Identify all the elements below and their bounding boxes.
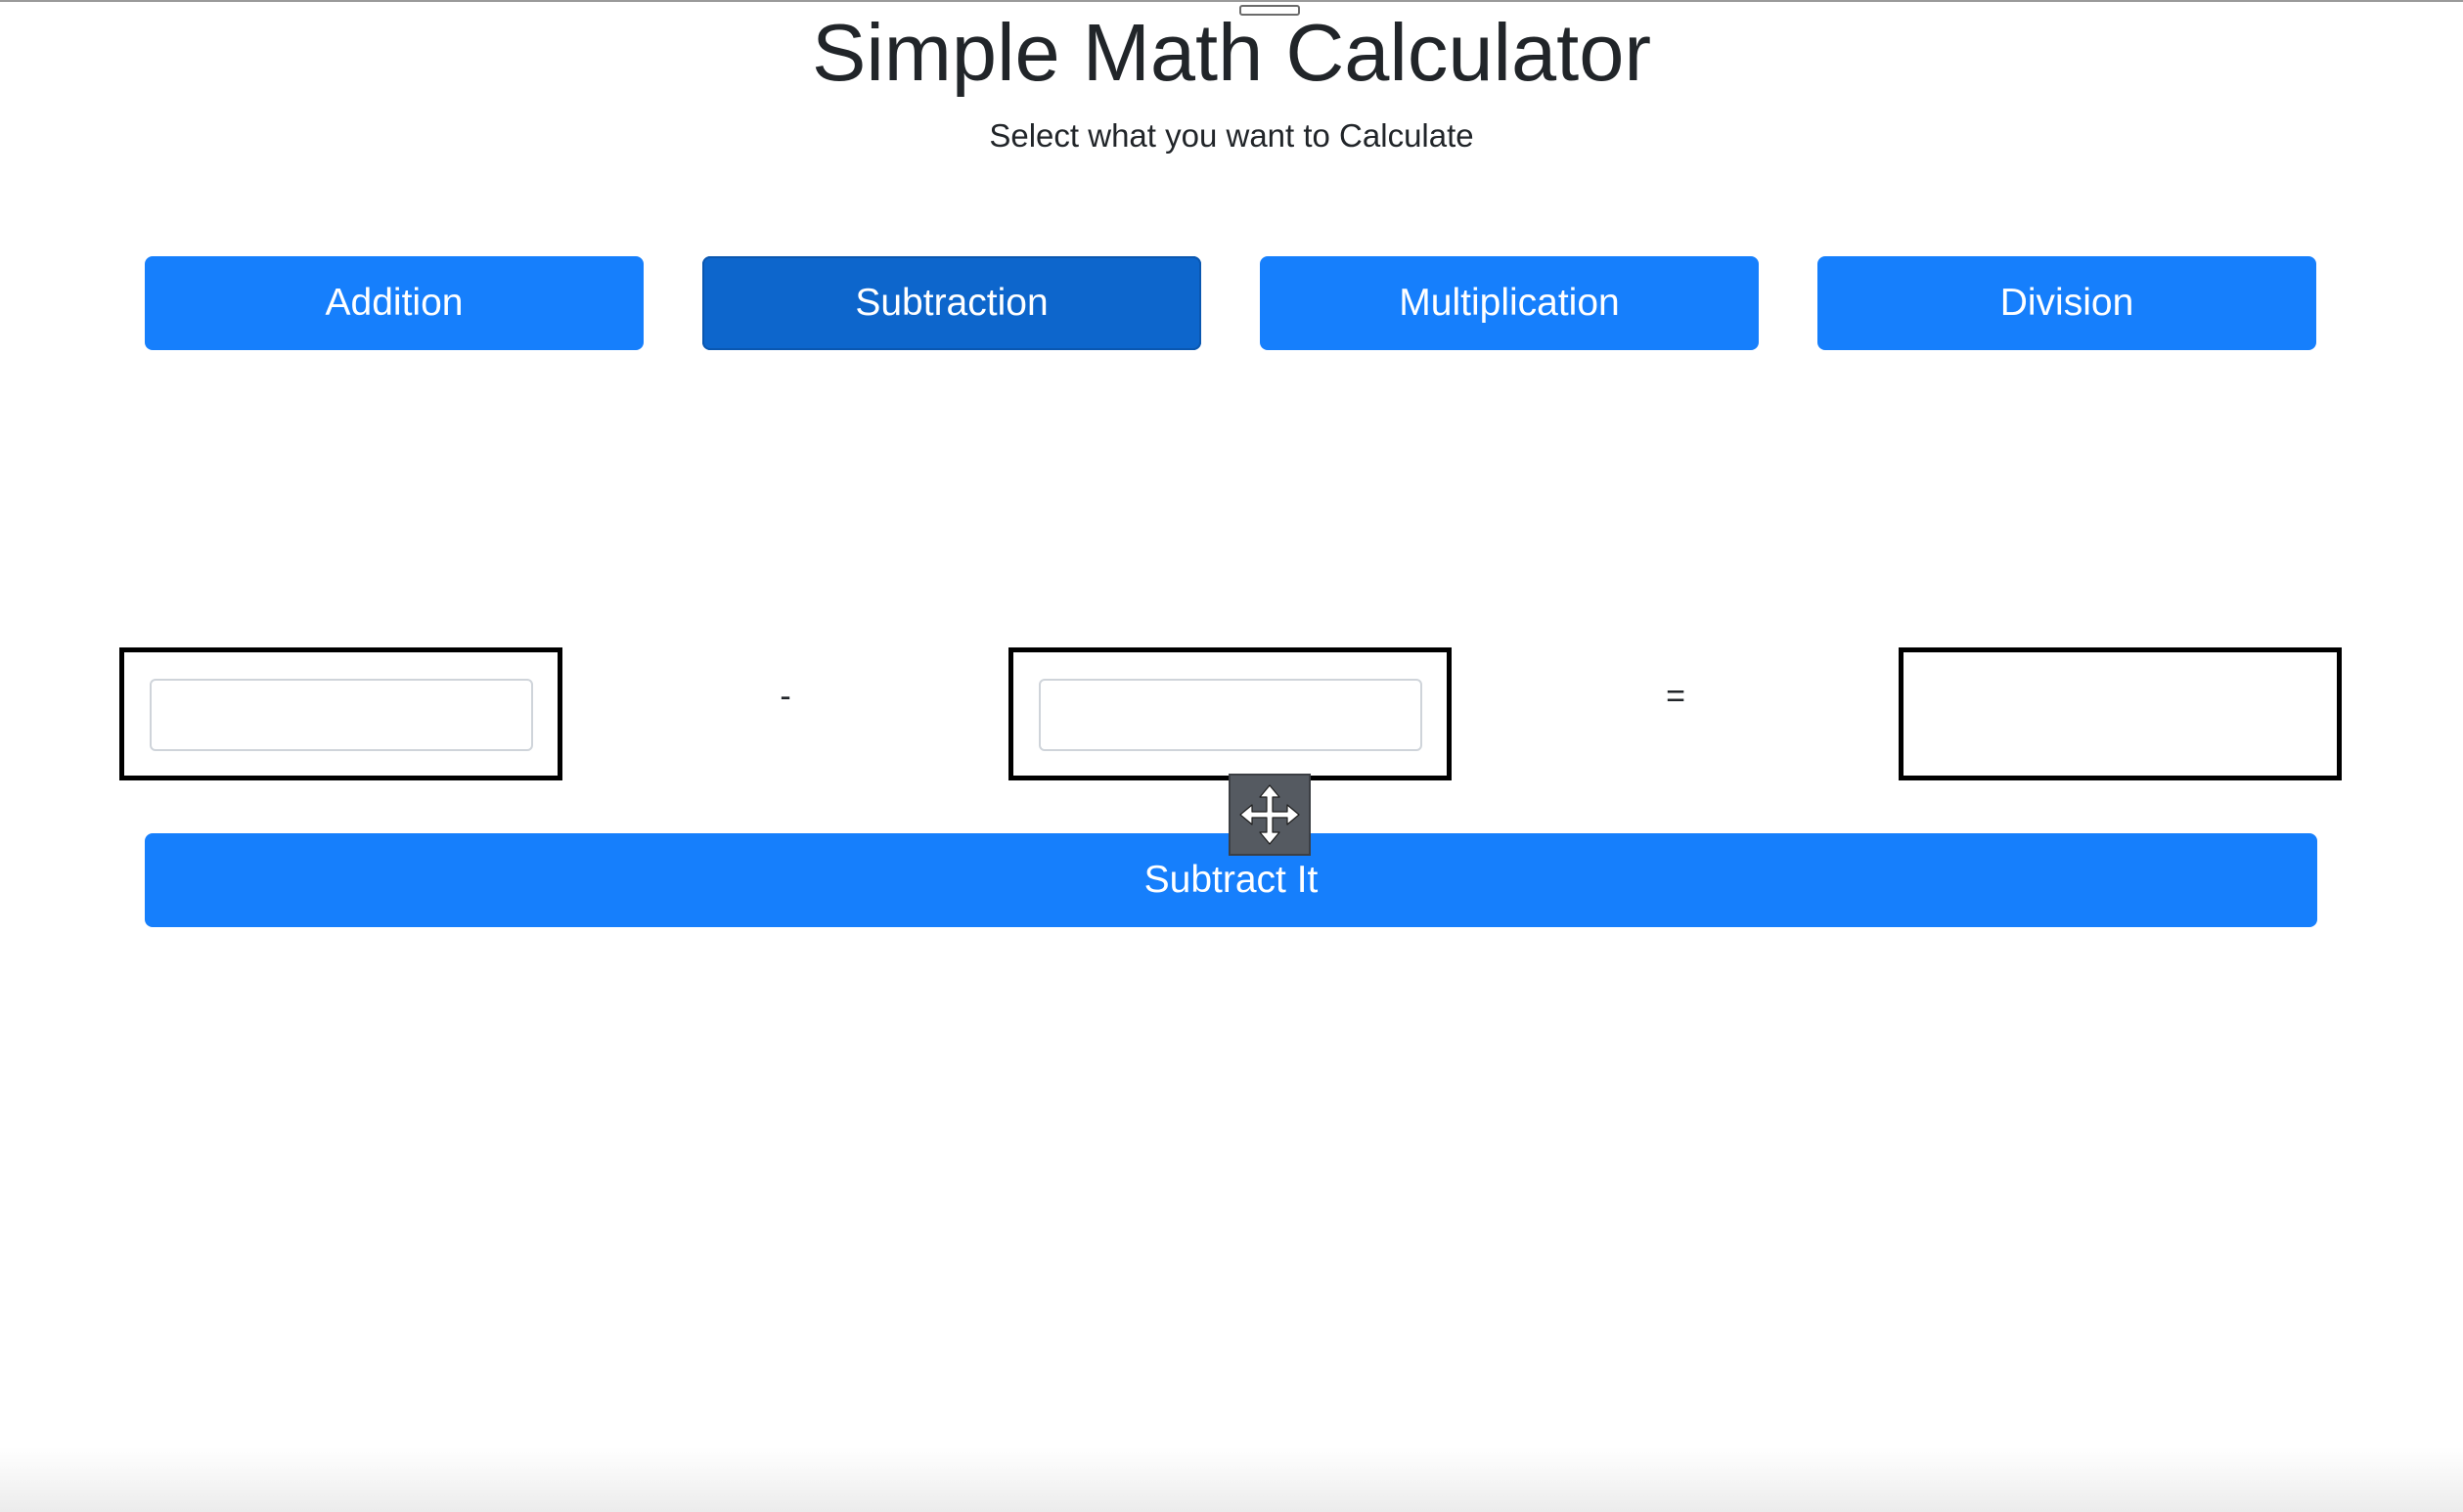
bottom-shade [0, 1447, 2463, 1512]
addition-button[interactable]: Addition [145, 256, 644, 350]
operator-symbol: - [780, 678, 791, 715]
division-button[interactable]: Division [1817, 256, 2316, 350]
equals-symbol: = [1666, 678, 1685, 715]
second-operand-input[interactable] [1039, 679, 1422, 751]
subtraction-button[interactable]: Subtraction [702, 256, 1201, 350]
first-operand-input[interactable] [150, 679, 533, 751]
move-handle[interactable] [1229, 774, 1311, 856]
page-title: Simple Math Calculator [811, 7, 1651, 98]
window-top-border [0, 0, 2463, 2]
page-subtitle: Select what you want to Calculate [989, 117, 1474, 154]
first-operand-box [119, 647, 562, 780]
second-operand-box [1008, 647, 1452, 780]
result-box [1899, 647, 2342, 780]
multiplication-button[interactable]: Multiplication [1260, 256, 1759, 350]
